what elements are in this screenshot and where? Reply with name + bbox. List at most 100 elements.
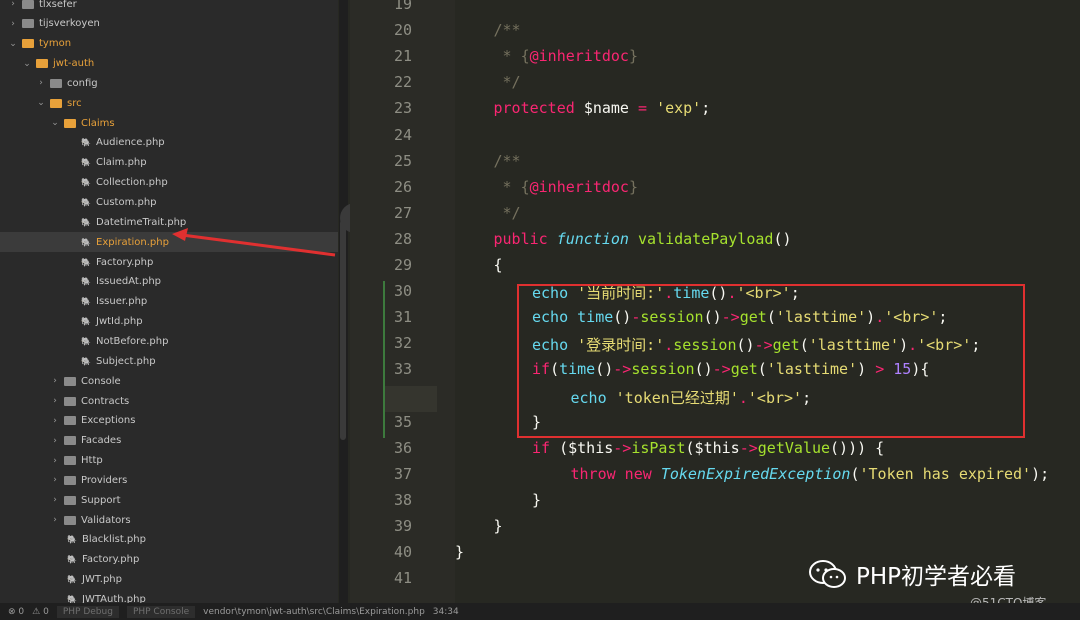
code-line[interactable]: * {@inheritdoc} [494, 178, 638, 196]
tree-folder[interactable]: › Http [0, 451, 338, 471]
tree-item-label: JWTAuth.php [82, 594, 146, 603]
code-line[interactable]: */ [494, 73, 521, 91]
php-file-icon: 🐘 [81, 317, 91, 327]
tree-folder[interactable]: › Facades [0, 431, 338, 451]
php-file-icon: 🐘 [81, 336, 91, 346]
code-line[interactable]: public function validatePayload() [494, 230, 792, 248]
chevron-right-icon[interactable]: › [36, 78, 46, 88]
chevron-right-icon[interactable]: › [50, 475, 60, 485]
tree-file[interactable]: 🐘 JwtId.php [0, 312, 338, 332]
php-console-tab[interactable]: PHP Console [126, 605, 196, 618]
tree-folder[interactable]: ⌄ Claims [0, 113, 338, 133]
chevron-down-icon[interactable]: ⌄ [36, 98, 46, 108]
line-number: 33 [393, 360, 412, 379]
tree-file[interactable]: 🐘 Blacklist.php [0, 530, 338, 550]
folder-icon [64, 456, 76, 466]
code-line[interactable]: } [494, 517, 503, 535]
tree-file[interactable]: 🐘 JWT.php [0, 570, 338, 590]
tree-item-label: Expiration.php [96, 236, 169, 248]
cursor-position[interactable]: 34:34 [433, 607, 459, 617]
file-path[interactable]: vendor\tymon\jwt-auth\src\Claims\Expirat… [203, 607, 425, 617]
code-line[interactable]: } [532, 491, 541, 509]
tree-item-label: tijsverkoyen [39, 18, 100, 30]
line-number: 21 [393, 47, 412, 66]
tree-item-label: IssuedAt.php [96, 276, 162, 288]
tree-folder[interactable]: › tlxsefer [0, 0, 338, 14]
tree-item-label: Console [81, 375, 121, 387]
file-tree-panel: › tlxsefer › tijsverkoyen ⌄ tymon ⌄ jwt-auth › co… [0, 0, 338, 603]
folder-icon [64, 416, 76, 426]
tree-file[interactable]: 🐘 Claim.php [0, 153, 338, 173]
tree-item-label: Claims [81, 117, 115, 129]
tree-item-label: jwt-auth [53, 58, 95, 70]
tree-item-label: Blacklist.php [82, 534, 146, 546]
tree-folder[interactable]: › Validators [0, 510, 338, 530]
chevron-right-icon[interactable]: › [50, 456, 60, 466]
php-file-icon: 🐘 [81, 237, 91, 247]
tree-item-label: Contracts [81, 395, 130, 407]
tree-folder[interactable]: › Providers [0, 470, 338, 490]
tree-file[interactable]: 🐘 Collection.php [0, 173, 338, 193]
code-line[interactable]: /** [494, 152, 521, 170]
warning-icon: ⚠ [32, 606, 41, 617]
php-file-icon: 🐘 [81, 158, 91, 168]
php-file-icon: 🐘 [81, 178, 91, 188]
code-line[interactable]: * {@inheritdoc} [494, 47, 638, 65]
tree-file[interactable]: 🐘 Custom.php [0, 193, 338, 213]
folder-icon [64, 475, 76, 485]
sidebar-scroll-thumb[interactable] [340, 220, 346, 440]
tree-file[interactable]: 🐘 Issuer.php [0, 292, 338, 312]
chevron-right-icon[interactable]: › [8, 19, 18, 29]
tree-folder[interactable]: ⌄ tymon [0, 34, 338, 54]
current-line-highlight [385, 386, 437, 412]
tree-item-label: Providers [81, 474, 128, 486]
tree-file[interactable]: 🐘 NotBefore.php [0, 331, 338, 351]
code-line[interactable]: { [494, 256, 503, 274]
chevron-right-icon[interactable]: › [8, 0, 18, 9]
tree-folder[interactable]: ⌄ src [0, 93, 338, 113]
error-icon: ⊗ [8, 606, 16, 617]
chevron-right-icon[interactable]: › [50, 495, 60, 505]
line-number: 25 [393, 151, 412, 170]
tree-file[interactable]: 🐘 IssuedAt.php [0, 272, 338, 292]
tree-item-label: Collection.php [96, 177, 168, 189]
warning-count[interactable]: ⚠ 0 [32, 607, 49, 617]
chevron-right-icon[interactable]: › [50, 376, 60, 386]
tree-file[interactable]: 🐘 Audience.php [0, 133, 338, 153]
chevron-down-icon[interactable]: ⌄ [22, 59, 32, 69]
chevron-right-icon[interactable]: › [50, 515, 60, 525]
tree-file[interactable]: 🐘 Subject.php [0, 351, 338, 371]
tree-item-label: Claim.php [96, 157, 147, 169]
tree-item-label: src [67, 97, 82, 109]
tree-folder[interactable]: › Contracts [0, 391, 338, 411]
tree-folder[interactable]: › Support [0, 490, 338, 510]
tree-item-label: JwtId.php [96, 316, 143, 328]
line-number: 19 [393, 0, 412, 13]
line-number: 30 [393, 282, 412, 301]
tree-file[interactable]: 🐘 JWTAuth.php [0, 590, 338, 603]
tree-folder[interactable]: › config [0, 73, 338, 93]
tree-folder[interactable]: › Exceptions [0, 411, 338, 431]
code-line[interactable]: /** [494, 21, 521, 39]
code-line[interactable]: throw new TokenExpiredException('Token h… [571, 465, 1050, 483]
tree-folder[interactable]: ⌄ jwt-auth [0, 54, 338, 74]
tree-folder[interactable]: › tijsverkoyen [0, 14, 338, 34]
chevron-right-icon[interactable]: › [50, 416, 60, 426]
code-line[interactable]: protected $name = 'exp'; [494, 99, 711, 117]
chevron-down-icon[interactable]: ⌄ [8, 39, 18, 49]
code-line[interactable]: } [455, 543, 464, 561]
php-debug-tab[interactable]: PHP Debug [56, 605, 119, 618]
code-line[interactable]: */ [494, 204, 521, 222]
code-line[interactable]: if ($this->isPast($this->getValue())) { [532, 439, 884, 457]
tree-folder[interactable]: › Console [0, 371, 338, 391]
chevron-down-icon[interactable]: ⌄ [50, 118, 60, 128]
error-count[interactable]: ⊗ 0 [8, 607, 24, 617]
line-number: 27 [393, 203, 412, 222]
folder-icon [64, 436, 76, 446]
tree-item-label: Factory.php [96, 256, 154, 268]
line-number: 26 [393, 177, 412, 196]
chevron-right-icon[interactable]: › [50, 396, 60, 406]
tree-file[interactable]: 🐘 Factory.php [0, 550, 338, 570]
chevron-right-icon[interactable]: › [50, 436, 60, 446]
tree-item-label: Exceptions [81, 415, 136, 427]
